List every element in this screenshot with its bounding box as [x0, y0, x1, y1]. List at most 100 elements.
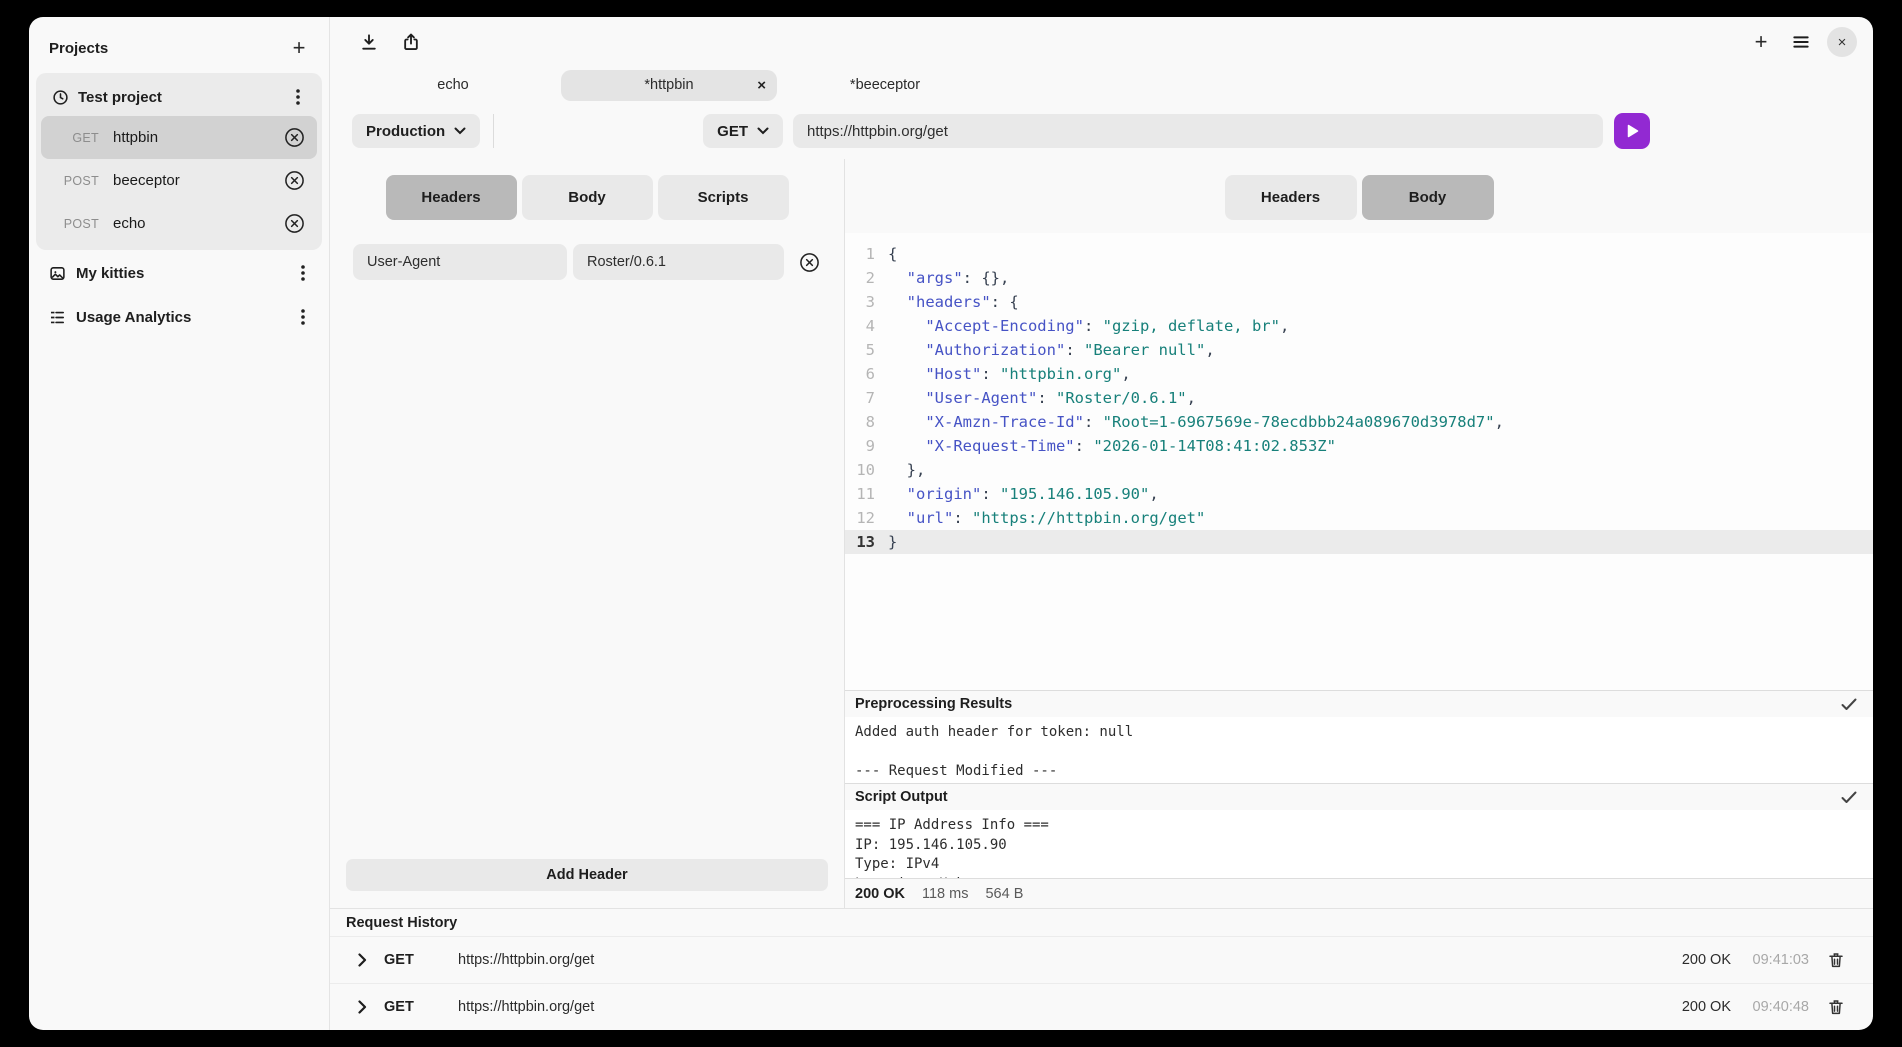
download-icon[interactable]: [356, 29, 382, 55]
line-content: "origin": "195.146.105.90",: [875, 482, 1159, 506]
line-number: 12: [845, 506, 875, 530]
remove-header-icon[interactable]: [798, 249, 820, 275]
line-content: {: [875, 242, 897, 266]
method-selector[interactable]: GET: [703, 114, 783, 148]
chevron-right-icon[interactable]: [355, 953, 369, 967]
request-bar: Production GET: [330, 103, 1873, 159]
history-row[interactable]: GET https://httpbin.org/get 200 OK 09:40…: [330, 983, 1873, 1030]
header-key-input[interactable]: [353, 244, 567, 280]
trash-icon[interactable]: [1823, 994, 1849, 1020]
send-button[interactable]: [1614, 113, 1650, 149]
response-panel-tab[interactable]: Body: [1362, 175, 1494, 220]
line-number: 4: [845, 314, 875, 338]
response-code[interactable]: 1{2 "args": {},3 "headers": {4 "Accept-E…: [845, 233, 1873, 690]
history-method: GET: [384, 952, 428, 968]
content-split: HeadersBodyScripts Add Header: [330, 159, 1873, 908]
chevron-right-icon[interactable]: [355, 1000, 369, 1014]
request-history: Request History GET https://httpbin.org/…: [330, 908, 1873, 1030]
line-content: }: [875, 530, 897, 554]
window-close-icon[interactable]: ×: [1827, 27, 1857, 57]
close-request-icon[interactable]: [281, 168, 307, 194]
environment-selector[interactable]: Production: [352, 114, 480, 148]
request-tab[interactable]: echo ×: [345, 70, 561, 101]
code-line: 12 "url": "https://httpbin.org/get": [845, 506, 1873, 530]
tab-label: echo: [437, 77, 468, 93]
clock-icon: [51, 84, 69, 110]
request-panel-tabs: HeadersBodyScripts: [330, 175, 844, 220]
line-content: "headers": {: [875, 290, 1019, 314]
history-status: 200 OK: [1682, 999, 1731, 1015]
hamburger-menu-icon[interactable]: [1788, 29, 1814, 55]
section-title: Script Output: [855, 789, 948, 805]
preprocessing-header: Preprocessing Results: [845, 690, 1873, 717]
share-icon[interactable]: [398, 29, 424, 55]
line-content: },: [875, 458, 925, 482]
code-line: 3 "headers": {: [845, 290, 1873, 314]
request-panel: HeadersBodyScripts Add Header: [330, 159, 845, 908]
request-list: GET httpbin POST beeceptor POST echo: [41, 116, 317, 245]
request-panel-tab[interactable]: Body: [522, 175, 653, 220]
response-panel-tab[interactable]: Headers: [1225, 175, 1357, 220]
request-panel-tab[interactable]: Scripts: [658, 175, 789, 220]
line-number: 2: [845, 266, 875, 290]
line-content: "args": {},: [875, 266, 1009, 290]
toolbar-right: + ×: [1747, 27, 1857, 57]
toolbar: + ×: [330, 17, 1873, 67]
spacer: [330, 280, 844, 859]
history-row[interactable]: GET https://httpbin.org/get 200 OK 09:41…: [330, 936, 1873, 983]
sidebar-item-usage-analytics[interactable]: Usage Analytics: [36, 296, 322, 338]
line-number: 10: [845, 458, 875, 482]
sidebar-request-item[interactable]: POST beeceptor: [41, 159, 317, 202]
request-panel-tab[interactable]: Headers: [386, 175, 517, 220]
request-name-label: beeceptor: [113, 172, 180, 189]
project-group-header[interactable]: Test project: [41, 78, 317, 116]
tab-close-icon[interactable]: ×: [757, 70, 766, 101]
preprocessing-output: Added auth header for token: null --- Re…: [845, 717, 1873, 783]
history-title: Request History: [330, 909, 1873, 936]
project-kebab-menu-icon[interactable]: [285, 84, 311, 110]
check-icon: [1841, 791, 1857, 804]
sidebar-request-item[interactable]: POST echo: [41, 202, 317, 245]
sidebar-request-item[interactable]: GET httpbin: [41, 116, 317, 159]
line-number: 9: [845, 434, 875, 458]
project-name: Test project: [78, 89, 162, 106]
add-project-button[interactable]: +: [285, 34, 313, 62]
toolbar-left: [356, 29, 424, 55]
request-tab[interactable]: *beeceptor ×: [777, 70, 993, 101]
code-line: 4 "Accept-Encoding": "gzip, deflate, br"…: [845, 314, 1873, 338]
request-method-label: GET: [57, 131, 99, 145]
history-time: 09:41:03: [1745, 952, 1809, 968]
status-size: 564 B: [985, 886, 1023, 902]
request-tab[interactable]: *httpbin ×: [561, 70, 777, 101]
check-icon: [1841, 698, 1857, 711]
header-value-input[interactable]: [573, 244, 784, 280]
kebab-menu-icon[interactable]: [290, 260, 316, 286]
new-tab-plus-icon[interactable]: +: [1747, 28, 1775, 56]
add-header-button[interactable]: Add Header: [346, 859, 828, 891]
line-content: "User-Agent": "Roster/0.6.1",: [875, 386, 1196, 410]
close-request-icon[interactable]: [281, 125, 307, 151]
play-icon: [1625, 124, 1639, 138]
chevron-down-icon: [454, 127, 466, 135]
line-number: 3: [845, 290, 875, 314]
url-input[interactable]: [793, 114, 1603, 148]
line-number: 7: [845, 386, 875, 410]
sidebar-title: Projects: [49, 40, 108, 57]
sidebar-item-my-kitties[interactable]: My kitties: [36, 252, 322, 294]
line-number: 13: [845, 530, 875, 554]
response-panel-tabs: HeadersBody: [845, 175, 1873, 220]
line-number: 11: [845, 482, 875, 506]
kebab-menu-icon[interactable]: [290, 304, 316, 330]
method-label: GET: [717, 123, 748, 140]
main-area: + × echo × *httpbin × *beeceptor ×: [330, 17, 1873, 1030]
sidebar-item-label: Usage Analytics: [76, 309, 191, 326]
code-line: 9 "X-Request-Time": "2026-01-14T08:41:02…: [845, 434, 1873, 458]
history-time: 09:40:48: [1745, 999, 1809, 1015]
tab-label: *beeceptor: [850, 77, 920, 93]
trash-icon[interactable]: [1823, 947, 1849, 973]
line-content: "Host": "httpbin.org",: [875, 362, 1131, 386]
close-request-icon[interactable]: [281, 211, 307, 237]
line-content: "Authorization": "Bearer null",: [875, 338, 1215, 362]
app-window: Projects + Test project GET httpbin: [29, 17, 1873, 1030]
line-number: 1: [845, 242, 875, 266]
